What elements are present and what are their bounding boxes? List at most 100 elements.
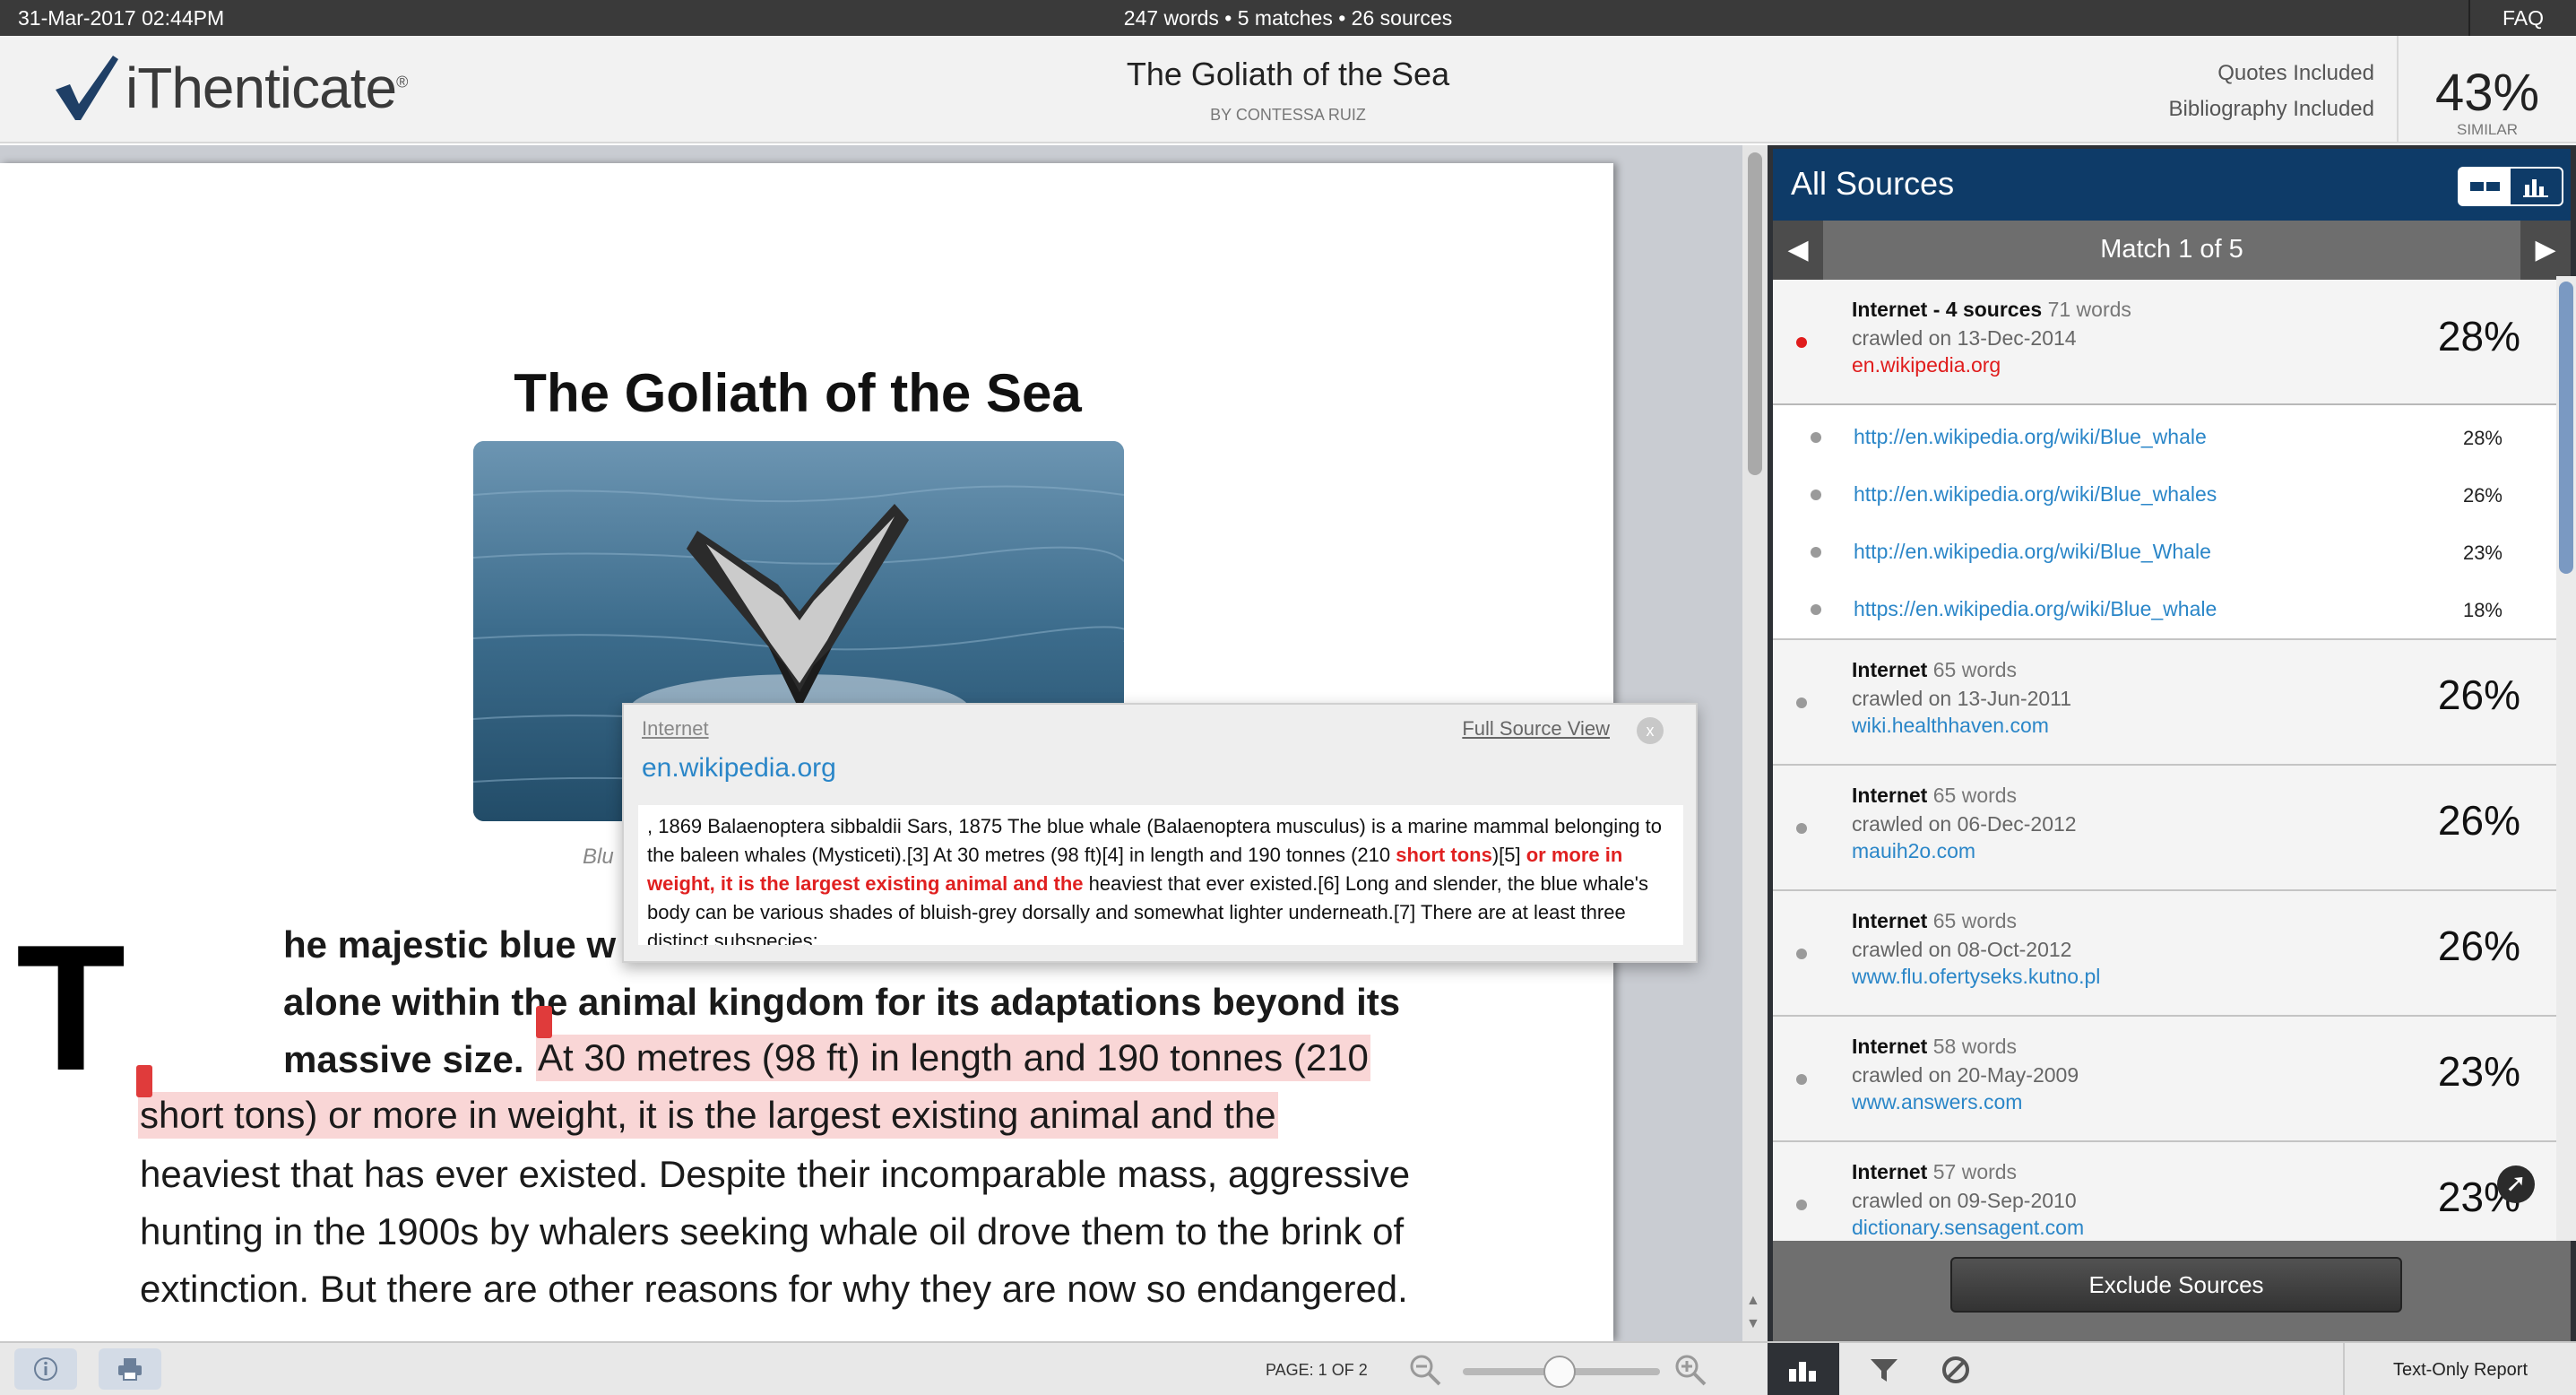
source-title: Internet 58 words [1852,1035,2018,1058]
text-only-report-button[interactable]: Text-Only Report [2343,1343,2576,1395]
source-crawl-date: crawled on 09-Sep-2010 [1852,1189,2077,1212]
close-icon[interactable]: x [1637,717,1664,744]
source-item[interactable]: Internet 65 words crawled on 08-Oct-2012… [1773,891,2556,1017]
report-options: Quotes Included Bibliography Included [2169,56,2375,127]
sources-panel: All Sources ◀ Match 1 of 5 ▶ Internet - … [1768,145,2576,1382]
source-dot [1796,1074,1807,1085]
info-icon [34,1357,57,1381]
filter-button[interactable] [1848,1343,1920,1395]
list-view-icon [2469,182,2500,191]
match-line-marker[interactable] [136,1065,152,1097]
sources-panel-header: All Sources [1773,149,2571,221]
bottom-toolbar: PAGE: 1 OF 2 Text-Only Report [0,1341,2576,1395]
subsource-item[interactable]: https://en.wikipedia.org/wiki/Blue_whale… [1773,581,2556,640]
source-crawl-date: crawled on 08-Oct-2012 [1852,938,2072,961]
similarity-label: SIMILAR [2456,121,2519,138]
quotes-option[interactable]: Quotes Included [2169,56,2374,91]
source-title: Internet - 4 sources 71 words [1852,298,2131,321]
all-sources-title: All Sources [1791,165,1955,202]
expand-icon[interactable]: ➚ [2497,1165,2535,1203]
document-scroll-thumb[interactable] [1748,152,1762,475]
source-preview-popup: Internet Full Source View x en.wikipedia… [622,703,1698,963]
zoom-slider-thumb[interactable] [1543,1356,1576,1388]
source-item[interactable]: Internet 65 words crawled on 13-Jun-2011… [1773,640,2556,766]
source-item[interactable]: Internet 65 words crawled on 06-Dec-2012… [1773,766,2556,891]
source-site[interactable]: wiki.healthhaven.com [1852,714,2049,738]
exclusions-button[interactable] [1920,1343,1992,1395]
chart-view-button[interactable] [2511,169,2562,204]
subsource-item[interactable]: http://en.wikipedia.org/wiki/Blue_whale … [1773,409,2556,466]
print-icon [118,1358,142,1381]
source-title: Internet 65 words [1852,784,2018,807]
text-line-8: extinction. But there are other reasons … [140,1268,1408,1310]
full-source-view-link[interactable]: Full Source View [1462,717,1610,741]
match-indicator-dot [1796,337,1807,348]
source-list: Internet - 4 sources 71 words crawled on… [1773,280,2571,1382]
subsource-item[interactable]: http://en.wikipedia.org/wiki/Blue_whales… [1773,466,2556,524]
zoom-in-icon[interactable] [1673,1352,1708,1388]
source-percent: 26% [2437,672,2520,718]
source-percent: 26% [2437,797,2520,844]
source-list-scroll-thumb[interactable] [2559,282,2573,574]
source-title: Internet 57 words [1852,1160,2018,1183]
match-navigator: ◀ Match 1 of 5 ▶ [1773,221,2571,280]
similarity-percent: 43% [2434,64,2540,122]
match-overview-button[interactable] [1768,1343,1839,1395]
source-crawl-date: crawled on 06-Dec-2012 [1852,812,2077,836]
subsource-url[interactable]: http://en.wikipedia.org/wiki/Blue_whales [1854,482,2217,507]
source-item[interactable]: Internet 58 words crawled on 20-May-2009… [1773,1017,2556,1142]
subsource-url[interactable]: https://en.wikipedia.org/wiki/Blue_whale [1854,597,2217,621]
match-counter: Match 1 of 5 [2100,235,2243,264]
similarity-score: 43% SIMILAR [2397,36,2576,143]
source-crawl-date: crawled on 13-Jun-2011 [1852,687,2072,710]
source-title: Internet 65 words [1852,909,2018,932]
exclude-sources-button[interactable]: Exclude Sources [1950,1257,2402,1313]
next-match-button[interactable]: ▶ [2520,221,2571,280]
source-percent: 23% [2437,1048,2520,1095]
source-site[interactable]: www.answers.com [1852,1090,2022,1114]
list-view-button[interactable] [2459,169,2511,204]
matched-text-1[interactable]: At 30 metres (98 ft) in length and 190 t… [536,1035,1370,1081]
source-site[interactable]: www.flu.ofertyseks.kutno.pl [1852,965,2100,989]
subsource-item[interactable]: http://en.wikipedia.org/wiki/Blue_Whale … [1773,524,2556,581]
filter-icon [1871,1359,1897,1382]
info-button[interactable] [14,1348,77,1390]
popup-source-text: , 1869 Balaenoptera sibbaldii Sars, 1875… [638,805,1683,945]
match-start-marker[interactable] [536,1006,552,1038]
text-line-6: heaviest that has ever existed. Despite … [140,1153,1411,1195]
matched-text-2[interactable]: short tons) or more in weight, it is the… [138,1092,1278,1139]
bar-chart-icon [2522,179,2548,197]
subsource-dot [1811,490,1821,500]
top-status-bar: 31-Mar-2017 02:44PM 247 words • 5 matche… [0,0,2576,36]
source-site[interactable]: mauih2o.com [1852,839,1975,863]
scroll-up-icon[interactable]: ▲ [1746,1293,1760,1309]
text-line-7: hunting in the 1900s by whalers seeking … [140,1210,1405,1252]
zoom-out-icon[interactable] [1407,1352,1443,1388]
source-list-scrollbar[interactable] [2556,276,2576,1241]
bibliography-option[interactable]: Bibliography Included [2169,91,2375,127]
source-dot [1796,823,1807,834]
print-button[interactable] [99,1348,161,1390]
subsource-dot [1811,604,1821,615]
popup-source-site[interactable]: en.wikipedia.org [642,753,836,784]
source-percent: 28% [2437,313,2520,360]
exclude-icon [1942,1356,1969,1383]
panel-toolbar: Text-Only Report [1768,1343,2576,1395]
source-site[interactable]: dictionary.sensagent.com [1852,1216,2084,1240]
faq-link[interactable]: FAQ [2468,0,2576,36]
subsource-percent: 23% [2462,542,2503,564]
source-site[interactable]: en.wikipedia.org [1852,353,2001,377]
drop-cap: T [16,908,126,1108]
subsource-url[interactable]: http://en.wikipedia.org/wiki/Blue_whale [1854,425,2207,449]
popup-source-type[interactable]: Internet [642,717,709,741]
source-crawl-date: crawled on 20-May-2009 [1852,1063,2079,1087]
source-title: Internet 65 words [1852,658,2018,681]
subsource-url[interactable]: http://en.wikipedia.org/wiki/Blue_Whale [1854,540,2211,564]
page-indicator: PAGE: 1 OF 2 [1266,1361,1368,1379]
scroll-down-icon[interactable]: ▼ [1746,1316,1760,1332]
source-item[interactable]: Internet - 4 sources 71 words crawled on… [1773,280,2556,405]
subsource-percent: 18% [2462,599,2503,621]
document-scrollbar[interactable]: ▲ ▼ [1742,145,1768,1341]
source-dot [1796,1200,1807,1210]
text-line-2: alone within the animal kingdom for its … [283,981,1401,1023]
